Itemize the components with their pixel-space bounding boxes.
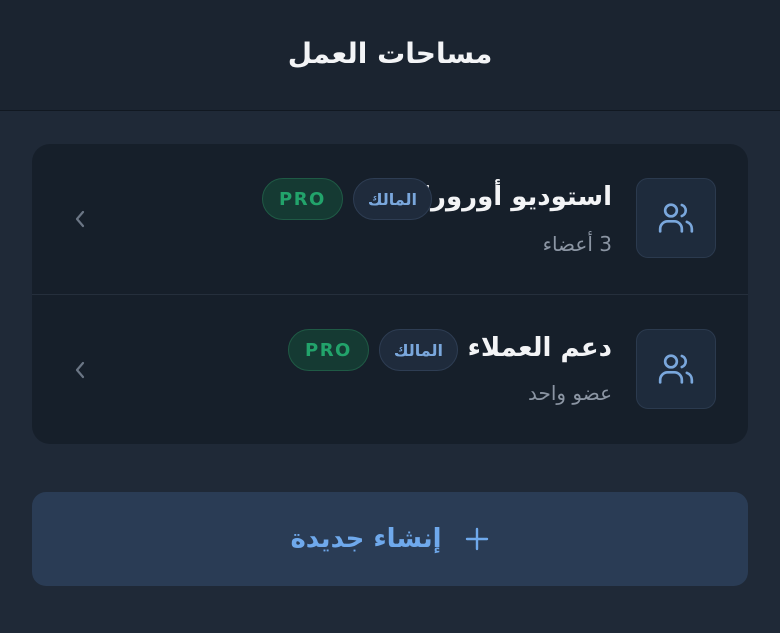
- page-title: مساحات العمل: [287, 36, 493, 70]
- role-badge: المالك: [378, 329, 458, 371]
- workspace-list: استوديو أورورا 3 أعضاء PRO المالك دعم ال…: [32, 144, 748, 444]
- chevron-left-icon: [70, 202, 90, 236]
- top-bar: مساحات العمل: [0, 0, 780, 111]
- create-workspace-label: إنشاء جديدة: [290, 524, 442, 554]
- role-badge: المالك: [352, 178, 432, 220]
- workspace-badges: PRO المالك: [288, 329, 458, 371]
- plan-badge: PRO: [262, 178, 343, 220]
- users-icon: [636, 329, 716, 409]
- workspace-row[interactable]: دعم العملاء عضو واحد PRO المالك: [32, 295, 748, 444]
- plus-icon: [465, 527, 488, 551]
- workspace-member-count: 3 أعضاء: [542, 232, 612, 256]
- plan-badge: PRO: [288, 329, 369, 371]
- chevron-left-icon: [70, 353, 90, 387]
- workspace-name: استوديو أورورا: [422, 182, 612, 212]
- workspace-member-count: عضو واحد: [527, 381, 612, 405]
- workspace-badges: PRO المالك: [262, 178, 432, 220]
- users-icon: [636, 178, 716, 258]
- workspace-row[interactable]: استوديو أورورا 3 أعضاء PRO المالك: [32, 144, 748, 295]
- workspace-name: دعم العملاء: [467, 333, 612, 363]
- create-workspace-button[interactable]: إنشاء جديدة: [32, 492, 748, 586]
